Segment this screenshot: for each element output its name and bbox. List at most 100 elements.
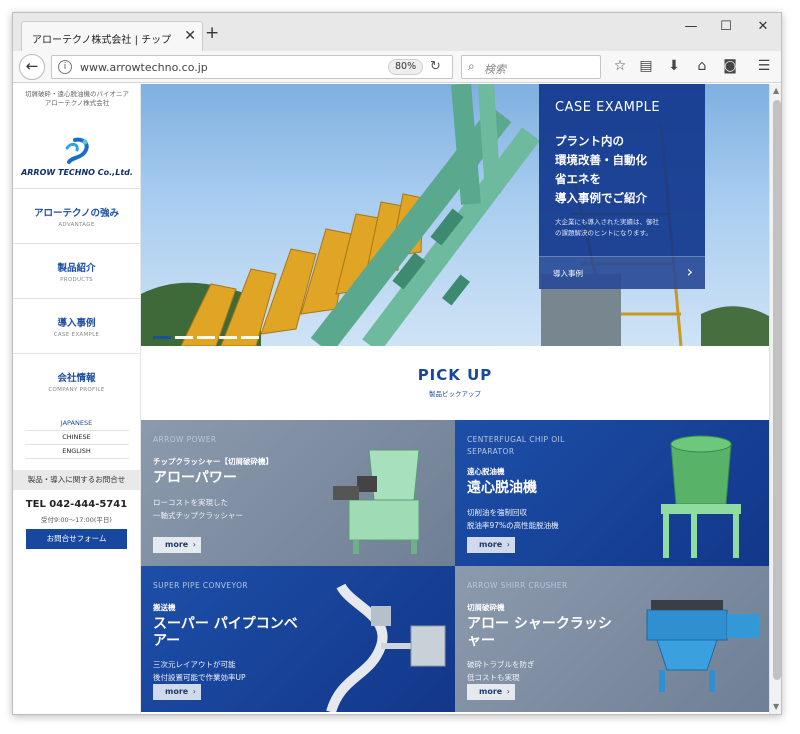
nav-item-sublabel: COMPANY PROFILE — [48, 387, 105, 393]
web-page: 切屑破砕・遠心脱油機のパイオニア アローテクノ株式会社 ARROW TECHNO… — [13, 84, 769, 714]
nav-item-products[interactable]: 製品紹介 PRODUCTS — [13, 243, 140, 298]
product-card-shirr-crusher[interactable]: ARROW SHIRR CRUSHER 切屑破砕機 アロー シャークラッシャー … — [455, 566, 769, 712]
nav-item-sublabel: CASE EXAMPLE — [53, 332, 100, 338]
nav-item-advantage[interactable]: アローテクノの強み ADVANTAGE — [13, 188, 140, 243]
new-tab-icon[interactable]: + — [205, 23, 219, 43]
phone-number[interactable]: TEL 042-444-5741 — [13, 499, 140, 510]
nav-item-sublabel: ADVANTAGE — [58, 222, 95, 228]
back-arrow-icon[interactable]: ← — [19, 54, 45, 80]
page-scrollbar[interactable]: ▲ ▼ — [769, 84, 781, 714]
logo-text: ARROW TECHNO Co.,Ltd. — [21, 168, 133, 177]
contact-heading: 製品・導入に関するお問合せ — [13, 470, 140, 490]
chevron-right-icon: › — [686, 262, 693, 281]
more-button[interactable]: more › — [467, 537, 515, 553]
card-english-name: CENTERFUGAL CHIP OIL SEPARATOR — [467, 435, 565, 456]
nav-item-label: 導入事例 — [57, 318, 96, 329]
slide-dot[interactable] — [153, 336, 171, 339]
browser-tab[interactable]: アローテクノ株式会社 | チップクラッシ ✕ — [21, 21, 203, 51]
oil-separator-machine-image — [661, 435, 741, 558]
card-description-line: 脱油率97%の高性能脱油機 — [467, 521, 559, 530]
lang-chinese[interactable]: CHINESE — [24, 431, 129, 445]
home-icon[interactable]: ⌂ — [693, 58, 711, 74]
pickup-subtitle: 製品ピックアップ — [429, 390, 481, 398]
card-category: 遠心脱油機 — [467, 467, 505, 476]
url-text[interactable]: www.arrowtechno.co.jp — [80, 61, 208, 74]
pipe-conveyor-machine-image — [326, 583, 446, 712]
product-card-arrow-power[interactable]: ARROW POWER チップクラッシャー【切屑破砕機】 アローパワー ローコス… — [141, 420, 455, 566]
tagline: 切屑破砕・遠心脱油機のパイオニア アローテクノ株式会社 — [17, 90, 137, 108]
case-heading-line: 省エネを — [555, 172, 601, 186]
company-logo[interactable]: ARROW TECHNO Co.,Ltd. — [21, 136, 133, 180]
case-heading: プラント内の 環境改善・自動化 省エネを 導入事例でご紹介 — [555, 132, 695, 208]
slider-indicators — [153, 324, 263, 343]
slide-dot[interactable] — [197, 336, 215, 339]
case-description: 大企業にも導入された実績は、御社 の課題解決のヒントになります。 — [555, 217, 695, 239]
card-product-name: アロー シャークラッシャー — [467, 616, 612, 649]
product-card-pipe-conveyor[interactable]: SUPER PIPE CONVEYOR 搬送機 スーパー パイプコンベアー 三次… — [141, 566, 455, 712]
hero-slider: CASE EXAMPLE プラント内の 環境改善・自動化 省エネを 導入事例でご… — [141, 84, 769, 346]
case-example-link[interactable]: 導入事例 › — [539, 256, 705, 289]
tagline-line: 切屑破砕・遠心脱油機のパイオニア — [25, 90, 129, 98]
chevron-right-icon: › — [192, 540, 196, 549]
more-label: more — [165, 687, 189, 696]
bookmark-star-icon[interactable]: ☆ — [611, 58, 629, 74]
lang-japanese[interactable]: JAPANESE — [24, 417, 129, 431]
address-bar[interactable]: i www.arrowtechno.co.jp 80% ↻ — [51, 55, 453, 79]
tab-strip: アローテクノ株式会社 | チップクラッシ ✕ + — ☐ ✕ — [13, 13, 781, 51]
search-icon: ⌕ — [468, 59, 475, 73]
nav-item-company-profile[interactable]: 会社情報 COMPANY PROFILE — [13, 353, 140, 408]
card-description-line: ローコストを実現した — [153, 498, 228, 507]
slide-dot[interactable] — [241, 336, 259, 339]
nav-item-sublabel: PRODUCTS — [60, 277, 93, 283]
minimize-icon[interactable]: — — [681, 19, 701, 34]
product-card-oil-separator[interactable]: CENTERFUGAL CHIP OIL SEPARATOR 遠心脱油機 遠心脱… — [455, 420, 769, 566]
more-button[interactable]: more › — [153, 537, 201, 553]
case-label: CASE EXAMPLE — [555, 100, 661, 115]
maximize-icon[interactable]: ☐ — [716, 19, 736, 34]
reading-list-icon[interactable]: ▤ — [637, 58, 655, 74]
case-description-line: の課題解決のヒントになります。 — [555, 229, 652, 237]
tagline-line: アローテクノ株式会社 — [44, 99, 110, 107]
more-button[interactable]: more › — [153, 684, 201, 700]
nav-item-case-example[interactable]: 導入事例 CASE EXAMPLE — [13, 298, 140, 353]
download-icon[interactable]: ⬇ — [665, 58, 683, 74]
logo-mark-icon — [65, 137, 89, 164]
card-category: 切屑破砕機 — [467, 603, 505, 612]
lang-english[interactable]: ENGLISH — [24, 445, 129, 459]
card-description-line: 三次元レイアウトが可能 — [153, 660, 236, 669]
card-description: 三次元レイアウトが可能 後付設置可能で作業効率UP — [153, 658, 313, 684]
nav-item-label: 製品紹介 — [57, 263, 96, 274]
more-label: more — [479, 540, 503, 549]
search-placeholder: 検索 — [484, 63, 506, 76]
card-description-line: 一軸式チップクラッシャー — [153, 511, 243, 520]
slide-dot[interactable] — [175, 336, 193, 339]
close-tab-icon[interactable]: ✕ — [184, 28, 196, 44]
zoom-badge[interactable]: 80% — [388, 59, 424, 75]
reload-icon[interactable]: ↻ — [430, 59, 441, 74]
contact-form-button[interactable]: お問合せフォーム — [26, 529, 127, 549]
card-description-line: 低コストも実現 — [467, 673, 520, 682]
card-product-name: スーパー パイプコンベアー — [153, 616, 298, 649]
nav-item-label: 会社情報 — [57, 373, 96, 384]
business-hours: 受付9:00～17:00(平日) — [41, 516, 112, 524]
chevron-right-icon: › — [506, 540, 510, 549]
info-icon[interactable]: i — [58, 60, 72, 74]
card-category: 搬送機 — [153, 603, 176, 612]
scroll-down-icon[interactable]: ▼ — [773, 702, 779, 711]
close-window-icon[interactable]: ✕ — [753, 19, 773, 34]
language-switcher: JAPANESE CHINESE ENGLISH — [13, 417, 140, 459]
pocket-icon[interactable]: ◙ — [721, 58, 739, 74]
more-label: more — [165, 540, 189, 549]
scroll-up-icon[interactable]: ▲ — [773, 86, 779, 95]
menu-icon[interactable]: ☰ — [755, 58, 773, 74]
chevron-right-icon: › — [192, 687, 196, 696]
card-description: 破砕トラブルを防ぎ 低コストも実現 — [467, 658, 627, 684]
case-link-label: 導入事例 — [553, 269, 583, 278]
search-input[interactable]: ⌕ 検索 — [461, 55, 601, 79]
card-description: 切削油を強制回収 脱油率97%の高性能脱油機 — [467, 506, 627, 532]
more-button[interactable]: more › — [467, 684, 515, 700]
slide-dot[interactable] — [219, 336, 237, 339]
browser-window: アローテクノ株式会社 | チップクラッシ ✕ + — ☐ ✕ ← i www.a… — [12, 12, 782, 715]
card-description-line: 後付設置可能で作業効率UP — [153, 673, 246, 682]
scroll-thumb[interactable] — [773, 100, 781, 680]
